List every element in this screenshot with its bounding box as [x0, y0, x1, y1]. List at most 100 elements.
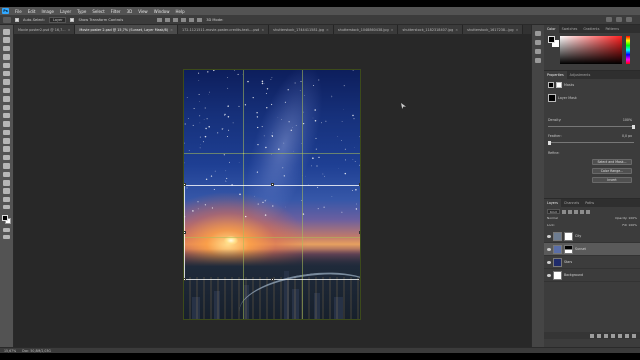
align-middle-icon[interactable] [189, 17, 195, 22]
close-icon[interactable]: × [170, 28, 173, 32]
history-icon[interactable] [535, 31, 541, 36]
menu-type[interactable]: Type [74, 9, 89, 14]
transform-handle[interactable] [359, 231, 360, 234]
quick-select-icon[interactable] [3, 54, 10, 60]
new-layer-icon[interactable] [625, 333, 629, 338]
transform-bounding-box[interactable] [184, 185, 360, 280]
menu-layer[interactable]: Layer [57, 9, 74, 14]
document-tab[interactable]: Movie poster2.psd @ 16,7... × [14, 25, 76, 34]
menu-edit[interactable]: Edit [25, 9, 39, 14]
tab-adjustments[interactable]: Adjustments [567, 71, 594, 79]
layer-mask-thumbnail[interactable] [548, 94, 556, 102]
frame-icon[interactable] [3, 70, 10, 77]
menu-help[interactable]: Help [172, 9, 187, 14]
visibility-eye-icon[interactable] [547, 247, 551, 251]
show-transform-checkbox[interactable] [70, 17, 75, 22]
gradient-icon[interactable] [3, 129, 10, 136]
tab-channels[interactable]: Channels [561, 199, 582, 207]
tab-color[interactable]: Color [544, 25, 559, 33]
search-icon[interactable] [606, 17, 612, 22]
document-tab[interactable]: shutterstock_1048860438.jpg × [333, 25, 399, 34]
document-tab-active[interactable]: Movie poster 2.psd @ 15,7% (Sunset, Laye… [75, 25, 178, 34]
type-icon[interactable] [3, 163, 10, 169]
group-icon[interactable] [618, 333, 622, 338]
select-and-mask-button[interactable]: Select and Mask... [592, 159, 632, 165]
marquee-icon[interactable] [3, 37, 10, 43]
blur-icon[interactable] [3, 138, 10, 144]
layer-kind-filter[interactable]: Kind [547, 209, 560, 214]
visibility-eye-icon[interactable] [547, 234, 551, 238]
tab-swatches[interactable]: Swatches [559, 25, 581, 33]
density-value[interactable]: 100% [623, 118, 632, 122]
layer-thumbnail[interactable] [553, 244, 562, 254]
healing-brush-icon[interactable] [3, 87, 10, 94]
layer-row-stars[interactable]: Stars [544, 256, 640, 269]
layer-mask-thumbnail[interactable] [564, 231, 573, 241]
align-top-icon[interactable] [181, 17, 187, 22]
align-center-icon[interactable] [165, 17, 171, 22]
filter-adjust-icon[interactable] [567, 209, 572, 214]
canvas-area[interactable] [14, 34, 531, 347]
dodge-icon[interactable] [3, 146, 10, 152]
document-canvas[interactable] [183, 69, 361, 320]
menu-file[interactable]: File [12, 9, 25, 14]
slider-knob[interactable] [548, 140, 551, 145]
document-tab[interactable]: shutterstock_1744411581.jpg × [269, 25, 334, 34]
feather-slider[interactable] [548, 140, 634, 145]
align-left-icon[interactable] [157, 17, 163, 22]
tab-layers[interactable]: Layers [544, 199, 561, 207]
eraser-icon[interactable] [3, 121, 10, 127]
filter-pixel-icon[interactable] [561, 209, 566, 214]
close-icon[interactable]: × [516, 28, 519, 32]
layer-thumbnail[interactable] [553, 270, 562, 280]
visibility-eye-icon[interactable] [547, 260, 551, 264]
color-picker-field[interactable] [560, 36, 622, 64]
close-icon[interactable]: × [391, 28, 394, 32]
transform-handle[interactable] [271, 278, 274, 281]
quick-mask-icon[interactable] [3, 227, 10, 232]
clone-stamp-icon[interactable] [3, 104, 10, 111]
screen-mode-icon[interactable] [3, 234, 10, 239]
workspace-icon[interactable] [616, 17, 622, 22]
fx-icon[interactable] [597, 333, 601, 338]
rectangle-icon[interactable] [3, 180, 10, 186]
slider-knob[interactable] [632, 124, 635, 129]
document-tab[interactable]: shutterstock_1182318407.jpg × [398, 25, 464, 34]
transform-handle[interactable] [184, 183, 186, 186]
close-icon[interactable]: × [68, 28, 71, 32]
foreground-color-swatch[interactable] [1, 215, 8, 222]
transform-handle[interactable] [184, 278, 186, 281]
menu-select[interactable]: Select [89, 9, 107, 14]
character-icon[interactable] [535, 58, 541, 63]
zoom-level[interactable]: 15,67% [4, 349, 16, 353]
document-tab[interactable]: 172-1121511-movie-poster-credits-text-..… [177, 25, 270, 34]
density-slider[interactable] [548, 124, 635, 129]
transform-handle[interactable] [359, 278, 360, 281]
layer-thumbnail[interactable] [553, 231, 562, 241]
menu-image[interactable]: Image [38, 9, 57, 14]
menu-3d[interactable]: 3D [124, 9, 136, 14]
add-mask-icon[interactable] [604, 333, 608, 338]
blend-mode-dropdown[interactable]: Normal [547, 216, 558, 221]
eyedropper-icon[interactable] [3, 79, 10, 85]
path-select-icon[interactable] [3, 171, 10, 178]
fill-field[interactable]: Fill: 100% [622, 223, 637, 228]
auto-select-dropdown[interactable]: Layer [49, 16, 67, 23]
trash-icon[interactable] [632, 333, 636, 338]
properties-icon[interactable] [535, 40, 541, 45]
pixel-mask-icon[interactable] [548, 82, 554, 88]
crop-icon[interactable] [3, 62, 10, 69]
history-brush-icon[interactable] [3, 112, 10, 119]
menu-filter[interactable]: Filter [108, 9, 124, 14]
hand-icon[interactable] [3, 188, 10, 194]
foreground-color-chip[interactable] [548, 36, 555, 43]
layer-mask-thumbnail[interactable] [564, 244, 573, 254]
tab-patterns[interactable]: Patterns [602, 25, 622, 33]
layer-thumbnail[interactable] [553, 257, 562, 267]
pen-icon[interactable] [3, 154, 10, 161]
filter-shape-icon[interactable] [579, 209, 584, 214]
brush-icon[interactable] [3, 96, 10, 102]
close-icon[interactable]: × [326, 28, 329, 32]
zoom-icon[interactable] [3, 196, 10, 203]
close-icon[interactable]: × [261, 28, 264, 32]
